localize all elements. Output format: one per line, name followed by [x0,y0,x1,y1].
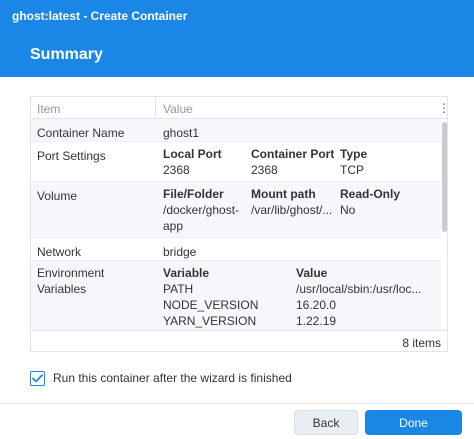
row-label-environment-cont: Variables [37,282,87,296]
network-value: bridge [163,245,197,259]
run-after-wizard-option[interactable]: Run this container after the wizard is f… [30,370,292,386]
env-var-value: 1.22.19 [296,314,337,328]
more-vertical-icon[interactable]: ⋮ [438,101,450,115]
read-only-value: No [340,203,356,217]
type-value: TCP [340,163,364,177]
run-after-wizard-label[interactable]: Run this container after the wizard is f… [53,371,292,385]
env-var-name: NODE_VERSION [163,298,259,312]
scrollbar-thumb[interactable] [442,122,447,232]
row-label-network: Network [37,245,82,259]
item-count: 8 items [402,336,441,350]
wizard-header: Summary [0,32,474,77]
table-footer: 8 items [31,330,447,352]
local-port-value: 2368 [163,163,190,177]
env-var-value: /usr/local/sbin:/usr/loc... [296,282,422,296]
column-header-item[interactable]: Item [37,102,60,116]
env-var-name: YARN_VERSION [163,314,257,328]
done-button[interactable]: Done [365,410,462,435]
local-port-header: Local Port [163,147,222,161]
page-title: Summary [30,45,103,63]
value-header: Value [296,266,328,280]
table-row: Network bridge [31,238,441,261]
mount-path-value: /var/lib/ghost/... [251,203,333,217]
table-row: Volume File/Folder Mount path Read-Only … [31,182,441,238]
row-label-volume: Volume [37,189,78,203]
table-row: Container Name ghost1 [31,119,441,142]
column-header-value[interactable]: Value [163,102,193,116]
table-row: Environment Variables Variable Value PAT… [31,261,441,330]
file-folder-header: File/Folder [163,187,224,201]
summary-table: Item Value ⋮ Container Name ghost1 Port … [30,96,450,352]
window-title-bar: ghost:latest - Create Container [0,0,474,32]
table-body: Container Name ghost1 Port Settings Loca… [31,119,447,330]
table-row: Port Settings Local Port Container Port … [31,142,441,182]
row-label-port-settings: Port Settings [37,149,106,163]
variable-header: Variable [163,266,210,280]
container-port-value: 2368 [251,163,278,177]
checkmark-icon [32,373,43,382]
env-var-name: PATH [163,282,194,296]
row-label-container-name: Container Name [37,126,125,140]
container-port-header: Container Port [251,147,335,161]
file-folder-value-cont: app [163,219,184,233]
env-var-value: 16.20.0 [296,298,337,312]
row-label-environment: Environment [37,266,105,280]
read-only-header: Read-Only [340,187,401,201]
back-button[interactable]: Back [294,410,358,435]
file-folder-value: /docker/ghost- [163,203,240,217]
type-header: Type [340,147,368,161]
table-header: Item Value ⋮ [31,97,450,119]
column-divider[interactable] [155,97,156,118]
footer-divider [0,403,474,404]
run-after-wizard-checkbox[interactable] [30,370,45,386]
mount-path-header: Mount path [251,187,316,201]
window-title: ghost:latest - Create Container [12,9,188,23]
container-name-value: ghost1 [163,126,200,140]
